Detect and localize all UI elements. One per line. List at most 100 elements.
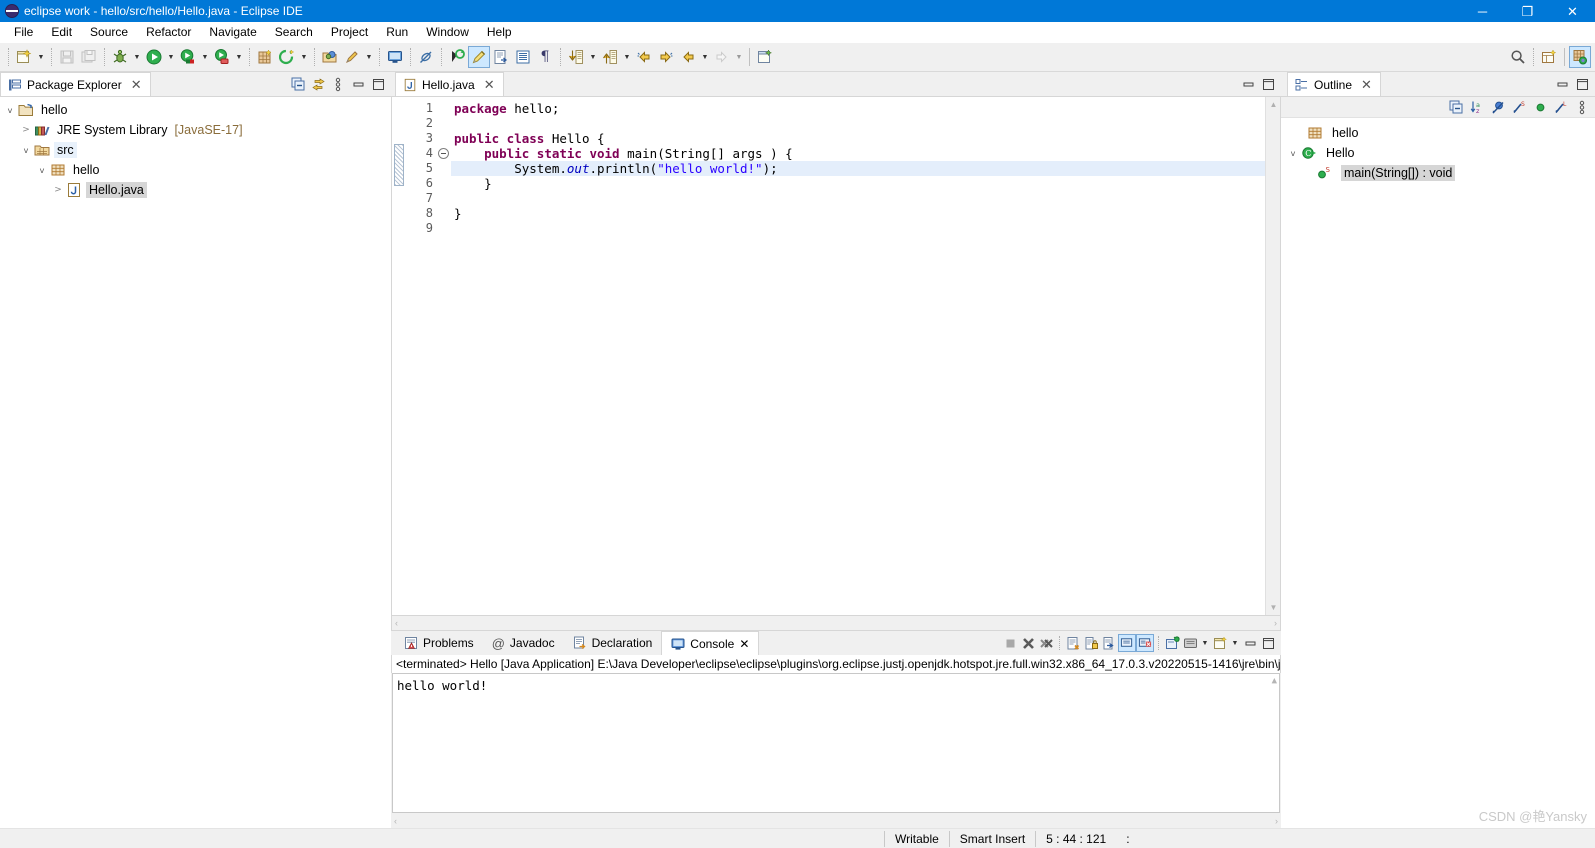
maximize-button[interactable]: ❐ [1505,0,1550,22]
twisty-expanded-icon[interactable]: v [34,166,50,175]
tab-declaration[interactable]: Declaration [564,631,662,655]
twisty-expanded-icon[interactable]: v [18,146,34,155]
external-tools-dropdown-icon[interactable]: ▼ [233,46,245,68]
editor-vertical-scrollbar[interactable]: ▲ ▼ [1265,97,1280,615]
run-dropdown-icon[interactable]: ▼ [165,46,177,68]
pin-console-icon[interactable] [1163,634,1181,652]
tree-row-package[interactable]: v hello [0,160,391,180]
tree-row-java-file[interactable]: > Hello.java [0,180,391,200]
new-task-icon[interactable] [754,46,776,68]
save-icon[interactable] [56,46,78,68]
java-perspective-icon[interactable] [1569,46,1591,68]
search-icon[interactable] [1507,46,1529,68]
clear-console-icon[interactable] [1064,634,1082,652]
maximize-icon[interactable] [1259,75,1277,93]
new-java-project-icon[interactable] [254,46,276,68]
code-area[interactable]: package hello; public class Hello { publ… [451,97,1265,615]
scroll-right-icon[interactable]: › [1274,618,1277,628]
debug-icon[interactable] [109,46,131,68]
maximize-icon[interactable] [1259,634,1277,652]
outline-row-method[interactable]: S main(String[]) : void [1281,163,1595,183]
new-annotation-icon[interactable] [341,46,363,68]
collapse-all-icon[interactable] [289,75,307,93]
new-annotation-dropdown-icon[interactable]: ▼ [363,46,375,68]
scroll-right-icon[interactable]: › [1275,816,1278,826]
word-wrap-icon[interactable] [1100,634,1118,652]
new-java-package-icon[interactable] [276,46,298,68]
collapse-method-icon[interactable] [438,148,449,159]
run-icon[interactable] [143,46,165,68]
next-annotation-dropdown-icon[interactable]: ▼ [587,46,599,68]
view-menu-icon[interactable] [329,75,347,93]
show-source-outline-icon[interactable] [512,46,534,68]
debug-dropdown-icon[interactable]: ▼ [131,46,143,68]
tab-package-explorer[interactable]: Package Explorer ✕ [0,72,151,96]
last-edit-location-icon[interactable] [633,46,655,68]
minimize-button[interactable]: ─ [1460,0,1505,22]
display-selected-console-menu-icon[interactable]: ▼ [1199,632,1211,654]
tree-row-jre-library[interactable]: > JRE System Library [JavaSE-17] [0,120,391,140]
sort-icon[interactable]: a z [1468,98,1486,116]
scroll-lock-icon[interactable] [1082,634,1100,652]
tab-hello-java[interactable]: Hello.java ✕ [395,72,504,96]
outline-tree[interactable]: hello v C Hello S main(String[]): void [1281,118,1595,828]
menu-navigate[interactable]: Navigate [200,23,265,41]
run-coverage-dropdown-icon[interactable]: ▼ [199,46,211,68]
tab-javadoc[interactable]: @ Javadoc [483,631,564,655]
back-dropdown-icon[interactable]: ▼ [699,46,711,68]
new-wizard-dropdown-icon[interactable]: ▼ [35,46,47,68]
folding-ruler[interactable] [437,97,451,615]
show-console-on-output-icon[interactable] [1118,634,1136,652]
link-with-editor-icon[interactable] [309,75,327,93]
minimize-icon[interactable] [349,75,367,93]
show-whitespace-icon[interactable] [468,46,490,68]
hide-local-types-icon[interactable]: L [1552,98,1570,116]
forward-edit-location-icon[interactable] [655,46,677,68]
annotation-ruler[interactable] [392,97,407,615]
open-console-icon[interactable] [1211,634,1229,652]
pilcrow-icon[interactable]: ¶ [534,46,556,68]
toggle-mark-occurrences-icon[interactable] [384,46,406,68]
minimize-icon[interactable] [1553,75,1571,93]
menu-file[interactable]: File [5,23,42,41]
close-button[interactable]: ✕ [1550,0,1595,22]
new-java-package-dropdown-icon[interactable]: ▼ [298,46,310,68]
menu-run[interactable]: Run [377,23,417,41]
open-declaration-icon[interactable] [490,46,512,68]
close-icon[interactable]: ✕ [484,78,495,91]
editor-body[interactable]: 1 2 3 4 5 6 7 8 9 package hello; public … [391,97,1281,616]
external-tools-icon[interactable] [211,46,233,68]
toggle-block-selection-icon[interactable] [446,46,468,68]
twisty-collapsed-icon[interactable]: > [18,125,34,135]
twisty-expanded-icon[interactable]: v [2,106,18,115]
menu-edit[interactable]: Edit [42,23,81,41]
terminate-icon[interactable] [1001,634,1019,652]
view-menu-icon[interactable] [1573,98,1591,116]
scroll-up-icon[interactable]: ▲ [1266,97,1281,112]
minimize-icon[interactable] [1239,75,1257,93]
previous-annotation-dropdown-icon[interactable]: ▼ [621,46,633,68]
scroll-down-icon[interactable]: ▼ [1266,600,1281,615]
maximize-icon[interactable] [369,75,387,93]
tree-row-src-folder[interactable]: v src [0,140,391,160]
tree-row-project[interactable]: v hello [0,100,391,120]
display-selected-console-icon[interactable] [1181,634,1199,652]
open-perspective-icon[interactable] [1538,46,1560,68]
hide-static-icon[interactable]: S [1510,98,1528,116]
previous-annotation-icon[interactable] [599,46,621,68]
tab-outline[interactable]: Outline ✕ [1287,72,1381,96]
scroll-left-icon[interactable]: ‹ [394,816,397,826]
scroll-left-icon[interactable]: ‹ [395,618,398,628]
run-coverage-icon[interactable] [177,46,199,68]
tab-console[interactable]: Console ✕ [661,631,760,655]
editor-horizontal-scrollbar[interactable]: ‹ › [391,616,1281,631]
close-icon[interactable]: ✕ [1361,78,1372,91]
menu-search[interactable]: Search [266,23,322,41]
back-icon[interactable] [677,46,699,68]
outline-row-class[interactable]: v C Hello [1281,143,1595,163]
minimize-icon[interactable] [1241,634,1259,652]
hide-fields-icon[interactable] [1489,98,1507,116]
menu-refactor[interactable]: Refactor [137,23,200,41]
next-annotation-icon[interactable] [565,46,587,68]
maximize-icon[interactable] [1573,75,1591,93]
